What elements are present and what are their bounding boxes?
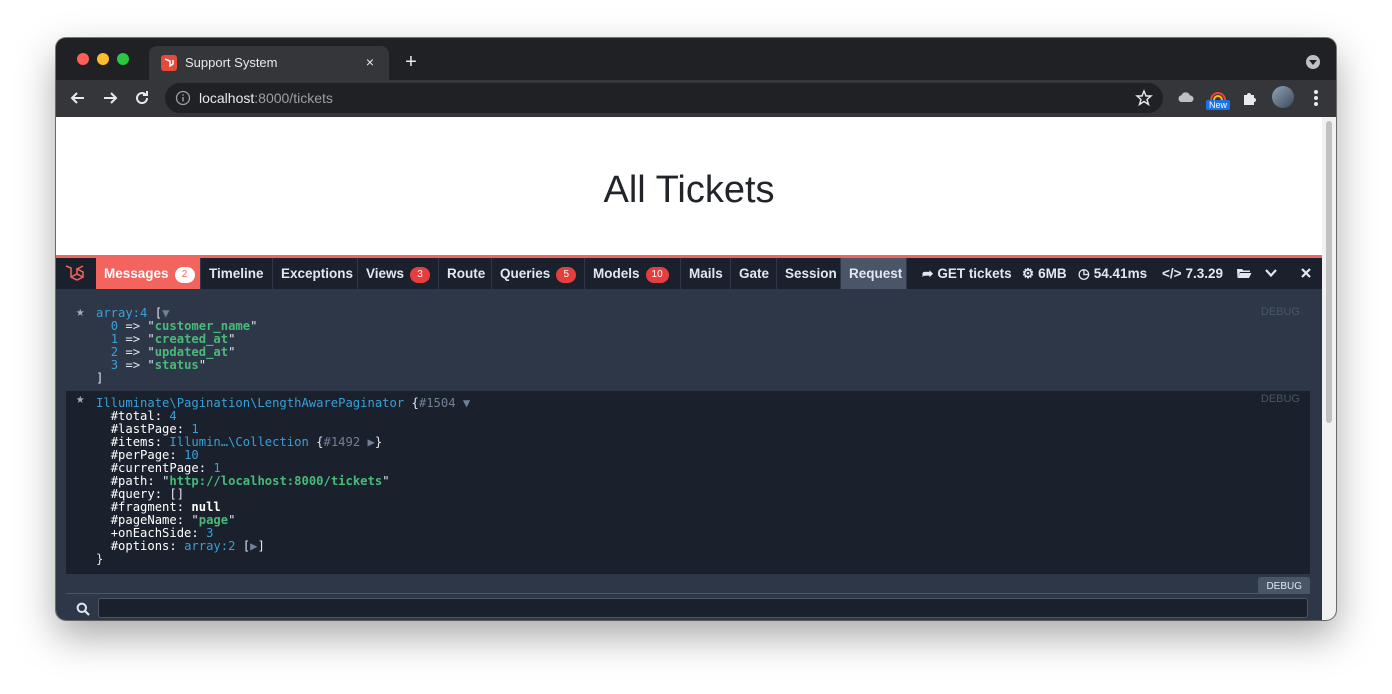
search-input[interactable]	[98, 598, 1308, 618]
tab-session[interactable]: Session	[777, 258, 841, 289]
tab-timeline[interactable]: Timeline	[201, 258, 273, 289]
laravel-logo-icon[interactable]	[56, 258, 96, 289]
page-scrollbar[interactable]	[1322, 117, 1336, 620]
minimize-window-button[interactable]	[97, 53, 109, 65]
extension-cloud-icon[interactable]	[1176, 88, 1196, 108]
star-icon[interactable]: ★	[76, 392, 84, 406]
site-info-icon[interactable]	[175, 90, 191, 106]
expand-toggle-icon[interactable]: ▶	[368, 435, 375, 449]
browser-window: Support System × + localhost:8000/ticket…	[56, 38, 1336, 620]
share-arrow-icon: ➦	[922, 266, 934, 281]
forward-arrow-icon[interactable]	[100, 88, 120, 108]
clock-icon: ◷	[1078, 266, 1090, 281]
php-version-info: </> 7.3.29	[1162, 258, 1223, 289]
tab-mails[interactable]: Mails	[681, 258, 731, 289]
extensions-puzzle-icon[interactable]	[1240, 88, 1260, 108]
maximize-window-button[interactable]	[117, 53, 129, 65]
dump-body: array:4 [▼ 0 => "customer_name" 1 => "cr…	[96, 306, 258, 385]
new-badge: New	[1206, 100, 1231, 110]
tab-close-icon[interactable]: ×	[361, 53, 379, 71]
browser-toolbar: localhost:8000/tickets New	[56, 80, 1336, 117]
tab-messages[interactable]: Messages 2	[96, 258, 201, 289]
bookmark-star-icon[interactable]	[1135, 89, 1153, 107]
tab-gate[interactable]: Gate	[731, 258, 777, 289]
message-dump-array: ★ DEBUG array:4 [▼ 0 => "customer_name" …	[66, 304, 1310, 394]
collapse-toggle-icon[interactable]: ▼	[162, 306, 169, 320]
tab-exceptions[interactable]: Exceptions	[273, 258, 358, 289]
memory-info: ⚙ 6MB	[1022, 258, 1067, 289]
message-dump-paginator: ★ DEBUG Illuminate\Pagination\LengthAwar…	[66, 391, 1310, 574]
tab-support-system[interactable]: Support System ×	[149, 46, 389, 80]
tab-request[interactable]: Request	[841, 258, 907, 289]
tab-route[interactable]: Route	[439, 258, 492, 289]
collapse-toggle-icon[interactable]: ▼	[463, 396, 470, 410]
debug-label: DEBUG	[1260, 393, 1300, 405]
queries-count-badge: 5	[556, 267, 577, 283]
debug-label: DEBUG	[1260, 306, 1300, 318]
tab-search-icon[interactable]	[1306, 55, 1320, 69]
code-icon: </>	[1162, 266, 1182, 281]
tab-views[interactable]: Views 3	[358, 258, 439, 289]
new-tab-button[interactable]: +	[401, 52, 421, 72]
cogs-icon: ⚙	[1022, 266, 1035, 281]
open-folder-icon[interactable]	[1236, 265, 1252, 281]
models-count-badge: 10	[645, 267, 669, 283]
profile-avatar[interactable]	[1272, 86, 1294, 108]
tab-queries[interactable]: Queries 5	[492, 258, 585, 289]
time-info: ◷ 54.41ms	[1078, 258, 1147, 289]
dump-body: Illuminate\Pagination\LengthAwarePaginat…	[96, 396, 471, 566]
tab-models[interactable]: Models 10	[585, 258, 681, 289]
views-count-badge: 3	[410, 267, 431, 283]
messages-search-bar	[66, 593, 1310, 620]
url-text: localhost:8000/tickets	[199, 90, 333, 106]
expand-toggle-icon[interactable]: ▶	[250, 539, 257, 553]
tab-strip: Support System × +	[56, 38, 1336, 80]
page-title: All Tickets	[603, 169, 775, 211]
address-bar[interactable]: localhost:8000/tickets	[165, 83, 1163, 113]
tab-title: Support System	[185, 55, 278, 70]
reload-icon[interactable]	[132, 88, 152, 108]
star-icon[interactable]: ★	[76, 305, 84, 319]
extension-rainbow-icon[interactable]: New	[1206, 88, 1231, 110]
browser-menu-icon[interactable]	[1314, 90, 1318, 106]
close-window-button[interactable]	[77, 53, 89, 65]
close-debugbar-icon[interactable]	[1298, 265, 1314, 281]
chevron-down-icon[interactable]	[1263, 265, 1279, 281]
page-viewport: All Tickets Messages 2 Timeline Exception…	[56, 117, 1322, 620]
debugbar-header: Messages 2 Timeline Exceptions Views 3 Rou…	[56, 258, 1322, 289]
laravel-debugbar: Messages 2 Timeline Exceptions Views 3 Rou…	[56, 255, 1322, 620]
scrollbar-thumb[interactable]	[1326, 121, 1332, 423]
search-icon	[76, 602, 90, 616]
request-method-info[interactable]: ➦ GET tickets	[922, 258, 1012, 289]
laravel-favicon-icon	[161, 55, 177, 71]
back-arrow-icon[interactable]	[68, 88, 88, 108]
messages-count-badge: 2	[174, 267, 195, 283]
